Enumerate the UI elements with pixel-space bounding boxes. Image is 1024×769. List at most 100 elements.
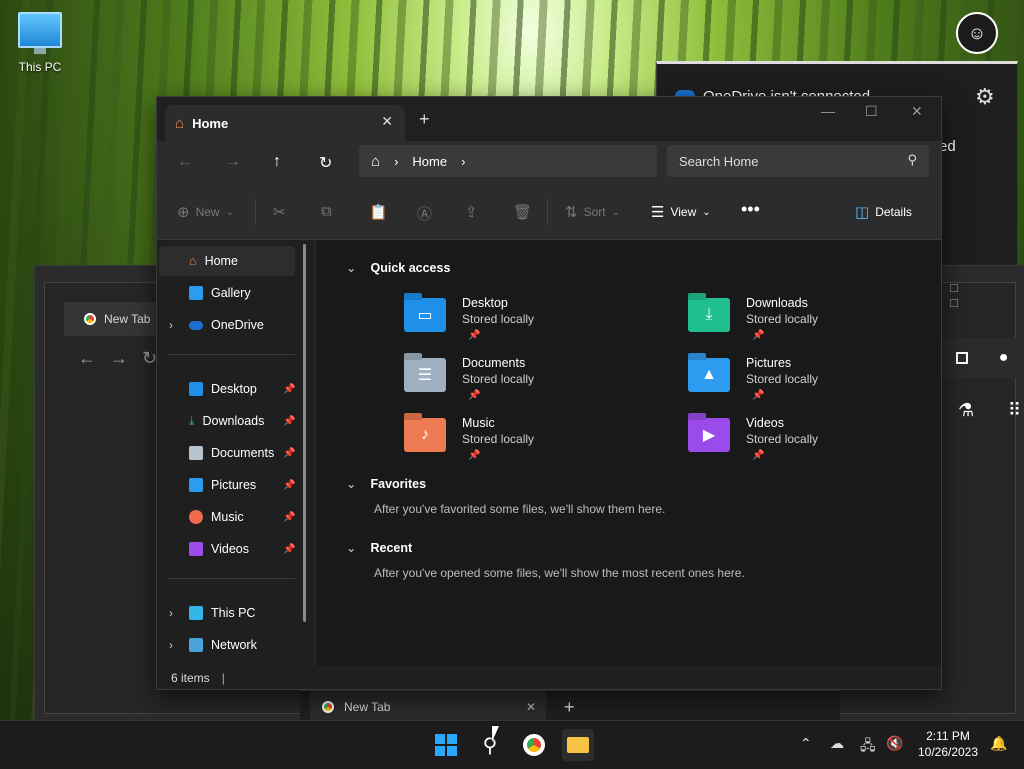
this-pc-icon	[18, 12, 62, 54]
this-pc-icon	[189, 606, 203, 620]
profile-icon[interactable]: ●	[999, 349, 1009, 367]
nav-item-desktop[interactable]: Desktop 📌	[159, 374, 295, 404]
home-icon: ⌂	[175, 114, 185, 132]
explorer-tab-home[interactable]: ⌂ Home ✕	[165, 105, 405, 141]
copy-icon[interactable]: ⧉	[321, 203, 332, 220]
quick-access-pictures[interactable]: ▲ Pictures Stored locally 📌	[688, 356, 908, 412]
favorites-empty-note: After you've favorited some files, we'll…	[374, 502, 666, 516]
windows-logo-icon	[435, 734, 457, 756]
home-icon: ⌂	[371, 152, 381, 170]
share-icon[interactable]: ⇪	[465, 203, 478, 221]
section-recent[interactable]: ⌄ Recent	[346, 540, 413, 556]
close-window-icon[interactable]: ✕	[911, 103, 923, 120]
onedrive-offline-icon[interactable]: ☁	[830, 735, 844, 752]
forward-arrow-icon[interactable]: →	[225, 153, 241, 171]
file-explorer-taskbar-button[interactable]	[562, 729, 594, 761]
quick-access-downloads[interactable]: ⤓ Downloads Stored locally 📌	[688, 296, 908, 352]
chevron-up-icon[interactable]: ⌃	[800, 735, 812, 752]
labs-flask-icon[interactable]: ⚗	[958, 400, 974, 421]
quick-access-name: Documents	[462, 356, 526, 370]
nav-item-music[interactable]: Music 📌	[159, 502, 295, 532]
refresh-icon[interactable]: ↻	[319, 153, 332, 173]
more-options-icon[interactable]: •••	[741, 199, 760, 220]
chevron-right-icon[interactable]: ›	[461, 154, 465, 169]
paste-icon[interactable]: 📋	[369, 203, 388, 221]
address-bar-row: ← → ↑ ↻ ⌂ › Home › Search Home ⚲	[157, 141, 941, 187]
close-tab-icon[interactable]: ✕	[381, 113, 393, 130]
chevron-right-icon[interactable]: ›	[169, 318, 173, 332]
view-button[interactable]: ☰ View ⌄	[651, 203, 711, 221]
forward-arrow-icon[interactable]: →	[110, 348, 128, 369]
item-count: 6 items	[171, 670, 210, 685]
pin-icon: 📌	[468, 390, 481, 401]
notification-bell-icon[interactable]: 🔔	[990, 735, 1007, 752]
start-button[interactable]	[430, 729, 462, 761]
nav-item-network[interactable]: › Network	[159, 630, 295, 660]
new-tab-icon[interactable]: +	[564, 697, 575, 718]
view-button-label: View	[670, 205, 697, 219]
sort-icon: ⇅	[565, 204, 578, 221]
reload-icon[interactable]: ↻	[142, 348, 157, 369]
cut-icon[interactable]: ✂	[273, 203, 286, 221]
videos-icon	[189, 542, 203, 556]
close-icon[interactable]: ✕	[526, 700, 536, 714]
back-arrow-icon[interactable]: ←	[177, 153, 193, 171]
address-bar[interactable]: ⌂ › Home ›	[359, 145, 657, 177]
nav-item-label: Documents	[211, 446, 275, 460]
quick-access-sub: Stored locally	[462, 312, 535, 326]
chevron-right-icon[interactable]: ›	[169, 606, 173, 620]
quick-access-name: Videos	[746, 416, 784, 430]
nav-item-this-pc[interactable]: › This PC	[159, 598, 295, 628]
sort-button-label: Sort	[583, 205, 606, 219]
clock[interactable]: 2:11 PM 10/26/2023	[912, 728, 984, 760]
nav-item-downloads[interactable]: ⤓ Downloads 📌	[159, 406, 295, 436]
desktop-icon-this-pc[interactable]: This PC	[12, 8, 68, 74]
nav-item-label: Pictures	[211, 478, 257, 492]
plus-circle-icon: ⊕	[177, 204, 190, 221]
nav-item-home[interactable]: ⌂ Home	[159, 246, 295, 276]
settings-gear-icon[interactable]: ⚙	[975, 84, 995, 110]
quick-access-documents[interactable]: ☰ Documents Stored locally 📌	[404, 356, 624, 412]
toolbar-divider	[547, 199, 548, 225]
up-arrow-icon[interactable]: ↑	[273, 153, 281, 171]
nav-item-documents[interactable]: Documents 📌	[159, 438, 295, 468]
quick-access-desktop[interactable]: ▭ Desktop Stored locally 📌	[404, 296, 624, 352]
pin-icon: 📌	[283, 543, 296, 555]
search-input[interactable]: Search Home ⚲	[667, 145, 929, 177]
nav-item-pictures[interactable]: Pictures 📌	[159, 470, 295, 500]
title-bar: ⌂ Home ✕ + — ☐ ✕	[157, 97, 941, 141]
quick-access-music[interactable]: ♪ Music Stored locally 📌	[404, 416, 624, 472]
apps-grid-icon[interactable]: ⠿	[1008, 400, 1021, 421]
chevron-right-icon[interactable]: ›	[169, 638, 173, 652]
details-button[interactable]: ◫ Details	[855, 203, 912, 221]
chrome-taskbar-button[interactable]	[518, 729, 550, 761]
nav-item-videos[interactable]: Videos 📌	[159, 534, 295, 564]
rename-icon[interactable]: Ⓐ	[417, 203, 432, 224]
maximize-icon[interactable]: ☐	[865, 103, 878, 120]
volume-muted-icon[interactable]: 🔇	[886, 735, 903, 752]
new-button[interactable]: ⊕ New ⌄	[177, 203, 234, 221]
pin-icon: 📌	[752, 390, 765, 401]
minimize-icon[interactable]: —	[821, 103, 835, 119]
side-panel-icon[interactable]	[955, 352, 968, 364]
status-divider: |	[221, 670, 225, 685]
delete-icon[interactable]: 🗑	[513, 203, 532, 221]
section-favorites[interactable]: ⌄ Favorites	[346, 476, 426, 492]
account-icon[interactable]: ☺	[956, 12, 998, 54]
nav-item-onedrive[interactable]: › OneDrive	[159, 310, 295, 340]
nav-scrollbar[interactable]	[303, 244, 306, 622]
clock-time: 2:11 PM	[926, 729, 970, 743]
back-arrow-icon[interactable]: ←	[78, 348, 96, 369]
section-title: Quick access	[370, 260, 451, 275]
breadcrumb-home[interactable]: Home	[412, 154, 447, 169]
section-title: Recent	[370, 540, 413, 555]
network-icon[interactable]: 🖧	[860, 735, 876, 759]
section-quick-access[interactable]: ⌄ Quick access	[346, 260, 451, 276]
quick-access-videos[interactable]: ▶ Videos Stored locally 📌	[688, 416, 908, 472]
background-browser-bottom-tab[interactable]: New Tab ✕	[310, 691, 546, 723]
sort-button[interactable]: ⇅ Sort ⌄	[565, 203, 620, 221]
new-tab-button[interactable]: +	[419, 109, 430, 130]
nav-item-gallery[interactable]: Gallery	[159, 278, 295, 308]
quick-access-sub: Stored locally	[746, 312, 819, 326]
quick-access-name: Downloads	[746, 296, 808, 310]
